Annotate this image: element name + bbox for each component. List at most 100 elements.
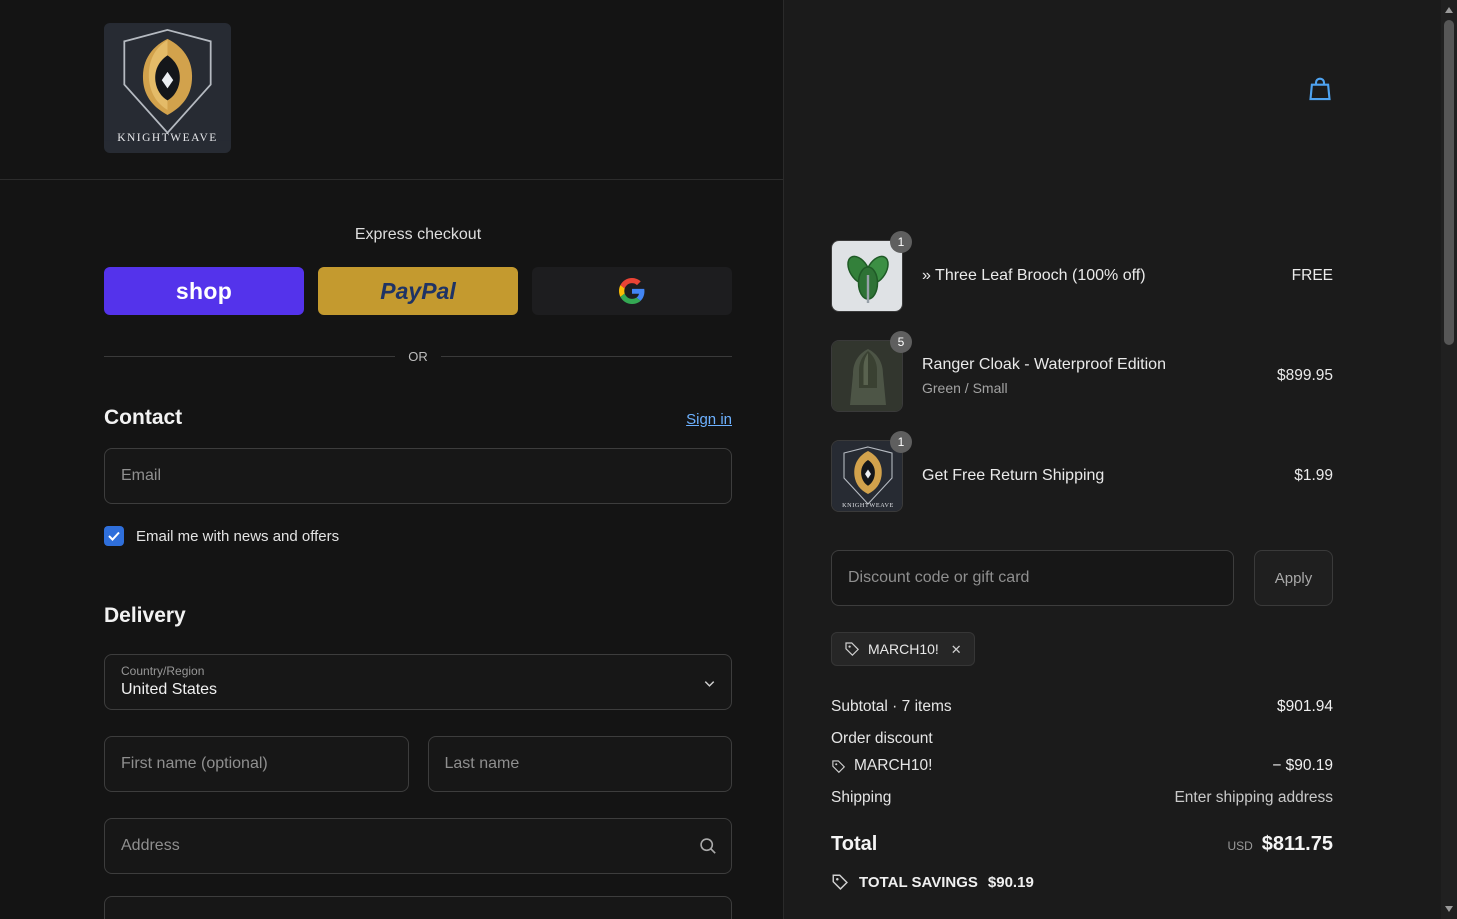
summary-header	[784, 0, 1441, 180]
vertical-scrollbar[interactable]	[1441, 0, 1457, 919]
line-item: 5 Ranger Cloak - Waterproof Edition Gree…	[831, 331, 1333, 412]
email-field-wrap	[104, 448, 732, 504]
cost-summary: Subtotal · 7 items $901.94 Order discoun…	[831, 698, 1333, 891]
checkout-form-column: KNIGHTWEAVE Express checkout shop PayPal	[0, 0, 783, 919]
total-label: Total	[831, 833, 878, 855]
order-discount-code: MARCH10!	[854, 757, 933, 774]
order-discount-row: Order discount	[831, 730, 1333, 748]
thumbnail-store-name: KNIGHTWEAVE	[842, 502, 894, 509]
check-icon	[108, 531, 120, 541]
currency-code: USD	[1227, 839, 1253, 853]
order-discount-code-row: MARCH10! − $90.19	[831, 757, 1333, 775]
store-name: KNIGHTWEAVE	[117, 132, 218, 144]
item-price: $1.99	[1294, 467, 1333, 484]
google-g-icon	[619, 278, 645, 304]
scroll-up-arrow[interactable]	[1441, 2, 1457, 18]
item-name: Ranger Cloak - Waterproof Edition	[922, 356, 1166, 373]
country-select-label: Country/Region	[121, 664, 205, 678]
knightweave-logo-image: KNIGHTWEAVE	[832, 441, 902, 511]
address-field-wrap	[104, 818, 732, 874]
discount-pill: MARCH10! ✕	[831, 632, 975, 666]
hooded-figure-logo-icon	[104, 23, 231, 141]
quantity-badge: 5	[890, 331, 912, 353]
quantity-badge: 1	[890, 231, 912, 253]
remove-discount-button[interactable]: ✕	[951, 643, 962, 656]
applied-discounts: MARCH10! ✕	[831, 632, 1333, 666]
line-item: 1 » Three Leaf Brooch (100% off) FREE	[831, 231, 1333, 312]
order-summary-column: 1 » Three Leaf Brooch (100% off) FREE 5 …	[783, 0, 1441, 919]
item-info: Get Free Return Shipping	[922, 467, 1282, 485]
item-name: Get Free Return Shipping	[922, 467, 1105, 484]
item-price: FREE	[1291, 267, 1333, 284]
last-name-field[interactable]	[427, 736, 732, 792]
newsletter-checkbox[interactable]	[104, 526, 124, 546]
or-divider: OR	[104, 349, 732, 364]
store-logo[interactable]: KNIGHTWEAVE	[104, 23, 231, 153]
next-field-partial[interactable]	[104, 896, 732, 919]
order-discount-label: Order discount	[831, 730, 933, 747]
name-fields-row	[104, 736, 732, 792]
shipping-label: Shipping	[831, 789, 892, 806]
search-icon	[698, 836, 718, 861]
leaf-brooch-image	[832, 241, 902, 311]
scroll-down-arrow[interactable]	[1441, 901, 1457, 917]
shopping-bag-icon	[1309, 77, 1331, 100]
contact-section-header: Contact Sign in	[104, 406, 732, 430]
discount-code-row: Apply	[831, 550, 1333, 606]
newsletter-label: Email me with news and offers	[136, 527, 340, 545]
sign-in-link[interactable]: Sign in	[686, 411, 732, 428]
total-savings-label: TOTAL SAVINGS	[859, 873, 978, 891]
item-variant: Green / Small	[922, 380, 1008, 396]
chevron-down-icon	[702, 676, 717, 696]
item-price: $899.95	[1276, 367, 1333, 384]
delivery-title: Delivery	[104, 604, 186, 627]
email-field[interactable]	[104, 448, 732, 504]
cart-button[interactable]	[1305, 74, 1335, 107]
checkout-page: KNIGHTWEAVE Express checkout shop PayPal	[0, 0, 1441, 919]
total-savings-row: TOTAL SAVINGS $90.19	[831, 873, 1333, 891]
paypal-button[interactable]: PayPal	[318, 267, 518, 315]
subtotal-label: Subtotal · 7 items	[831, 698, 952, 715]
tag-icon	[844, 641, 860, 657]
store-header: KNIGHTWEAVE	[0, 0, 783, 180]
scrollbar-thumb[interactable]	[1444, 20, 1454, 345]
or-divider-label: OR	[408, 349, 428, 364]
ranger-cloak-image	[832, 341, 902, 411]
newsletter-row: Email me with news and offers	[104, 526, 732, 546]
shop-pay-button[interactable]: shop	[104, 267, 304, 315]
cloak-thumbnail	[831, 340, 903, 412]
checkout-form: Express checkout shop PayPal OR Contact …	[104, 226, 732, 919]
address-field[interactable]	[104, 818, 732, 874]
shipping-value: Enter shipping address	[1174, 789, 1333, 806]
country-select-value: United States	[121, 681, 218, 698]
logo-thumbnail: KNIGHTWEAVE	[831, 440, 903, 512]
quantity-badge: 1	[890, 431, 912, 453]
order-discount-value: − $90.19	[1272, 757, 1333, 774]
shipping-row: Shipping Enter shipping address	[831, 789, 1333, 807]
express-checkout-buttons: shop PayPal	[104, 267, 732, 315]
country-select[interactable]: Country/Region United States	[104, 654, 732, 710]
brooch-thumbnail	[831, 240, 903, 312]
express-checkout-title: Express checkout	[354, 226, 482, 243]
total-savings-value: $90.19	[987, 873, 1034, 891]
item-info: Ranger Cloak - Waterproof Edition Green …	[922, 356, 1265, 396]
google-pay-button[interactable]	[532, 267, 732, 315]
item-info: » Three Leaf Brooch (100% off)	[922, 267, 1280, 285]
discount-code-input[interactable]	[831, 550, 1234, 606]
first-name-field[interactable]	[104, 736, 409, 792]
subtotal-value: $901.94	[1276, 698, 1333, 715]
line-item: KNIGHTWEAVE 1 Get Free Return Shipping $…	[831, 431, 1333, 512]
tag-icon	[831, 873, 849, 891]
paypal-wordmark: PayPal	[380, 277, 456, 304]
apply-discount-button[interactable]: Apply	[1254, 550, 1333, 606]
item-thumbnail-wrap: KNIGHTWEAVE 1	[831, 431, 912, 512]
item-thumbnail-wrap: 5	[831, 331, 912, 412]
total-row: Total USD $811.75	[831, 833, 1333, 856]
subtotal-row: Subtotal · 7 items $901.94	[831, 698, 1333, 716]
item-name: » Three Leaf Brooch (100% off)	[922, 267, 1146, 284]
order-summary: 1 » Three Leaf Brooch (100% off) FREE 5 …	[831, 231, 1333, 891]
item-thumbnail-wrap: 1	[831, 231, 912, 312]
total-value: $811.75	[1261, 833, 1333, 855]
applied-discount-code: MARCH10!	[868, 641, 939, 657]
tag-icon	[831, 759, 846, 774]
